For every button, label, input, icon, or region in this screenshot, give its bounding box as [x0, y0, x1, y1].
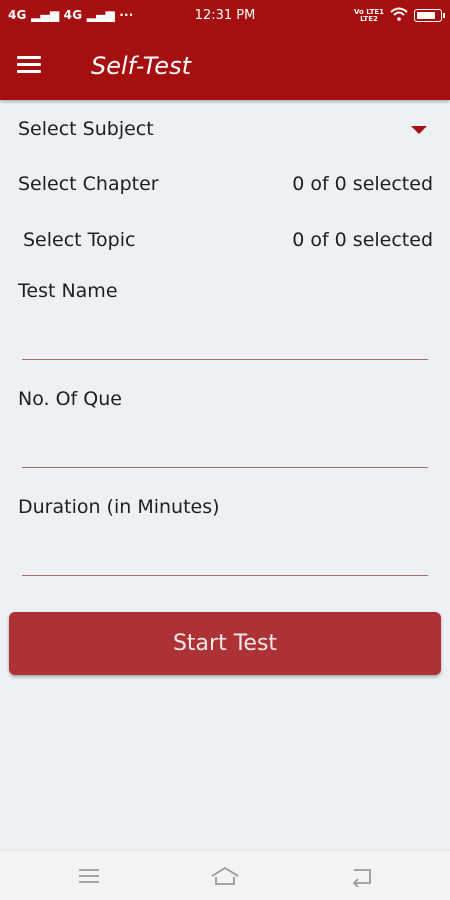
- home-icon[interactable]: [210, 865, 240, 887]
- duration-label: Duration (in Minutes): [18, 496, 220, 518]
- test-name-label: Test Name: [18, 280, 118, 302]
- battery-icon: [414, 9, 445, 22]
- back-arrow-icon[interactable]: [347, 865, 377, 888]
- select-chapter-label[interactable]: Select Chapter: [18, 173, 159, 195]
- select-topic-label[interactable]: Select Topic: [23, 229, 135, 251]
- chevron-down-icon[interactable]: [411, 126, 427, 134]
- volte-line-2: LTE2: [360, 14, 378, 23]
- wifi-icon: [390, 7, 408, 24]
- select-subject-dropdown[interactable]: Select Subject: [18, 118, 154, 140]
- duration-input[interactable]: [22, 540, 428, 576]
- system-nav-bar: [0, 850, 450, 900]
- test-name-input[interactable]: [22, 324, 428, 360]
- battery-level: [417, 12, 435, 19]
- no-of-que-label: No. Of Que: [18, 388, 122, 410]
- status-right: Vo LTE1 LTE2: [354, 7, 445, 24]
- status-bar: 4G ▂▄▆ 4G ▂▄▆ ··· 12:31 PM Vo LTE1 LTE2: [0, 0, 450, 32]
- page-title: Self-Test: [91, 52, 191, 80]
- menu-lines-icon[interactable]: [74, 865, 104, 887]
- app-bar: Self-Test: [0, 32, 450, 100]
- no-of-que-input[interactable]: [22, 432, 428, 468]
- hamburger-menu-icon[interactable]: [17, 56, 41, 76]
- volte-indicator: Vo LTE1 LTE2: [354, 8, 384, 23]
- topic-selection-count[interactable]: 0 of 0 selected: [292, 229, 433, 251]
- chapter-selection-count[interactable]: 0 of 0 selected: [292, 173, 433, 195]
- start-test-button[interactable]: Start Test: [9, 612, 441, 675]
